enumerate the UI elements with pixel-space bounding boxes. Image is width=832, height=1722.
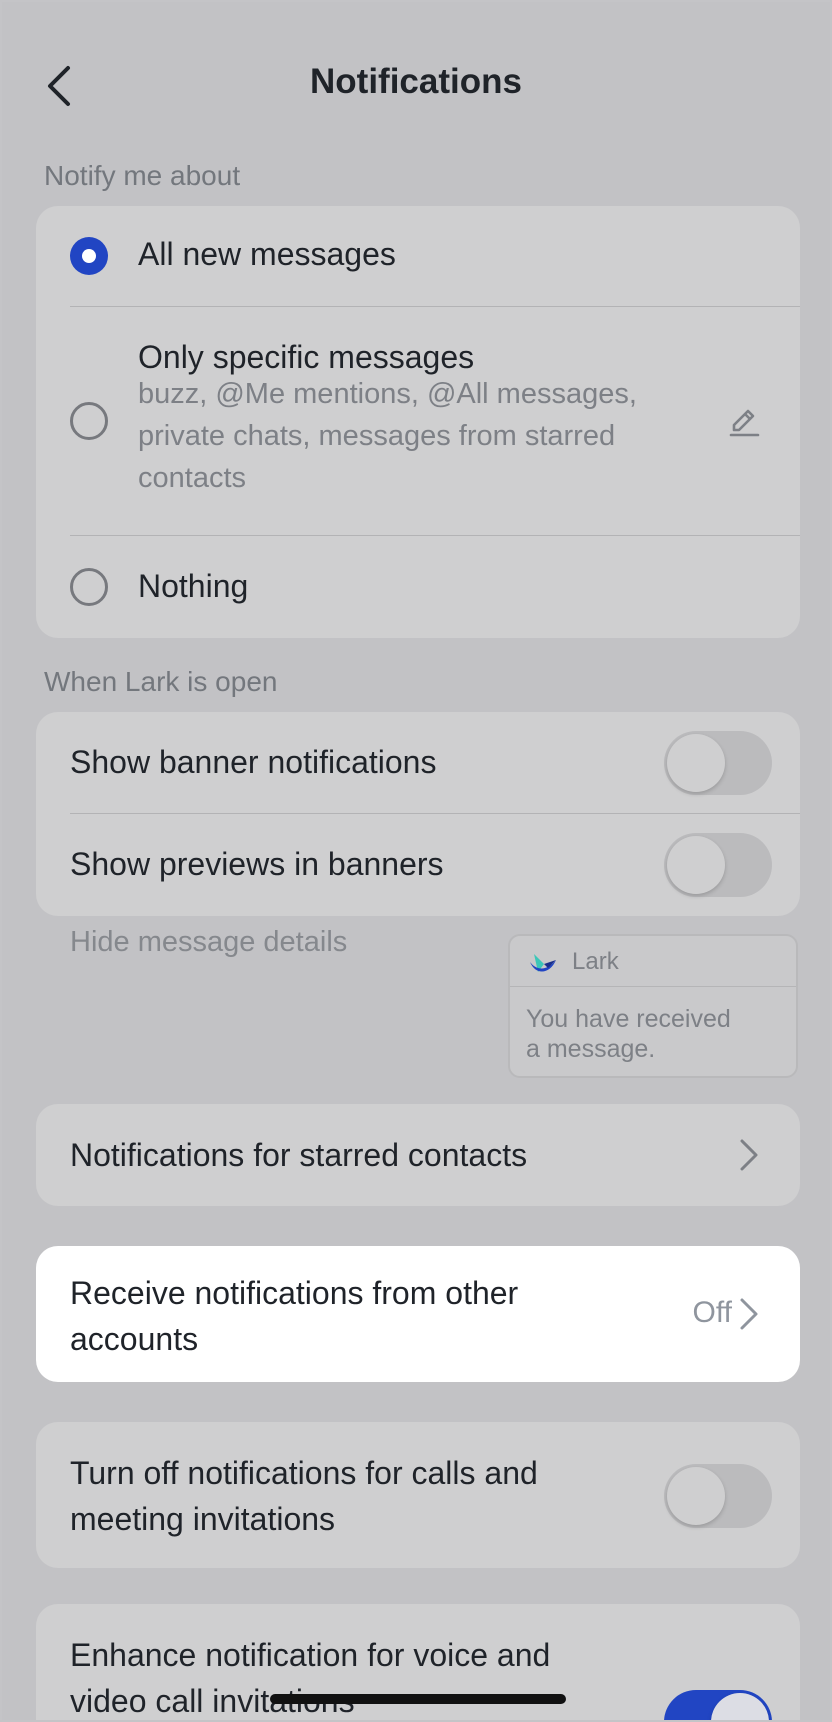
pencil-icon	[729, 409, 760, 437]
section-label-notify: Notify me about	[44, 160, 241, 191]
starred-contacts-card[interactable]: Notifications for starred contacts	[36, 1104, 800, 1206]
home-indicator	[270, 1694, 566, 1704]
when-open-card: Show banner notifications Show previews …	[36, 712, 800, 916]
row-label: Show banner notifications	[70, 744, 437, 780]
other-accounts-value: Off	[692, 1296, 732, 1329]
option-label: All new messages	[138, 236, 396, 272]
chevron-right-icon	[740, 1298, 758, 1330]
calls-meetings-card: Turn off notifications for calls and mee…	[36, 1422, 800, 1568]
notify-options-card: All new messages Only specific messages …	[36, 206, 800, 638]
banner-notifications-toggle[interactable]	[664, 731, 772, 795]
row-label: Enhance notification for voice and video…	[70, 1637, 551, 1719]
row-label: Show previews in banners	[70, 846, 444, 882]
preview-app-name: Lark	[572, 948, 619, 975]
other-accounts-card[interactable]: Receive notifications from other account…	[36, 1246, 800, 1382]
row-label: Notifications for starred contacts	[70, 1137, 528, 1173]
row-show-banner-notifications: Show banner notifications	[36, 712, 800, 813]
option-description: buzz, @Me mentions, @All messages, priva…	[138, 378, 637, 494]
radio-only-specific-messages[interactable]	[70, 402, 108, 440]
option-all-new-messages[interactable]: All new messages	[36, 206, 800, 306]
radio-nothing[interactable]	[70, 568, 108, 606]
notifications-screen: Notifications Notify me about All new me…	[2, 2, 830, 1720]
row-label: Turn off notifications for calls and mee…	[70, 1455, 538, 1537]
option-label: Nothing	[138, 568, 249, 604]
preview-message: You have received a message.	[526, 1005, 731, 1063]
header: Notifications	[2, 42, 830, 126]
hint-text: Hide message details	[70, 926, 348, 958]
chevron-right-icon	[740, 1139, 758, 1171]
previews-toggle[interactable]	[664, 833, 772, 897]
row-show-previews: Show previews in banners	[36, 814, 800, 916]
banner-preview: Lark You have received a message.	[508, 934, 798, 1078]
section-label-when-open: When Lark is open	[44, 666, 278, 697]
enhance-voice-video-toggle[interactable]	[664, 1690, 772, 1720]
edit-button[interactable]	[726, 401, 762, 437]
option-label: Only specific messages	[138, 339, 475, 375]
lark-logo-icon	[528, 948, 558, 978]
option-nothing[interactable]: Nothing	[36, 536, 800, 638]
row-label: Receive notifications from other account…	[70, 1275, 519, 1357]
option-only-specific-messages[interactable]: Only specific messages buzz, @Me mention…	[36, 307, 800, 535]
divider	[510, 986, 796, 987]
calls-meetings-toggle[interactable]	[664, 1464, 772, 1528]
radio-all-new-messages[interactable]	[70, 237, 108, 275]
page-title: Notifications	[310, 62, 522, 101]
